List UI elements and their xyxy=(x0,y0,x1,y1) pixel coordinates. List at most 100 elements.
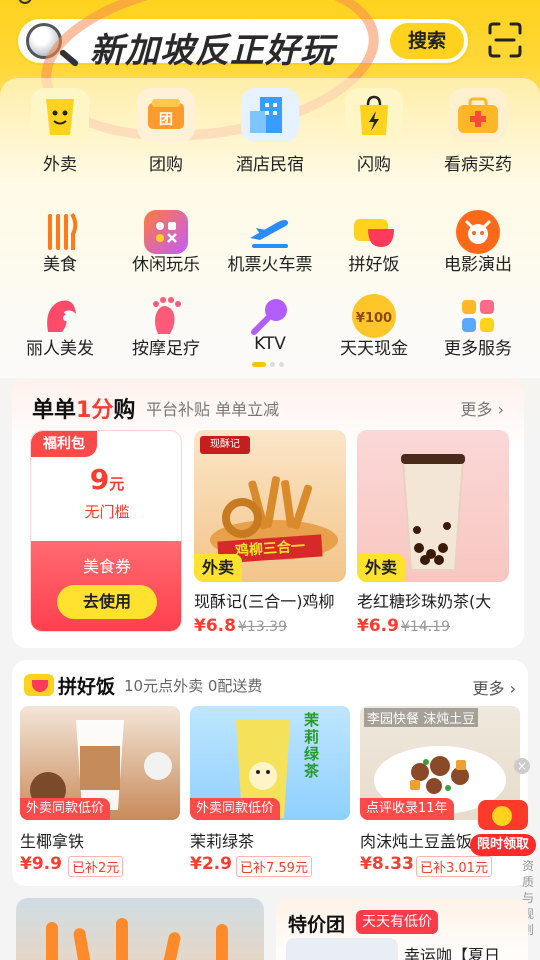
daily-low-price-tag: 天天有低价 xyxy=(356,910,438,934)
coin-icon xyxy=(492,806,512,826)
feed-card-left[interactable] xyxy=(16,898,264,960)
category-label: 休闲玩乐 xyxy=(132,255,200,275)
pinhaofan-item[interactable]: 外卖同款低价 生椰拿铁 ¥9.9 已补2元 xyxy=(20,706,180,877)
category-label: 电影演出 xyxy=(444,255,512,275)
deals-subtitle: 平台补贴 单单立减 xyxy=(146,400,280,419)
special-deal-card[interactable]: 特价团 天天有低价 幸运咖【夏日 xyxy=(276,898,528,960)
product-name: 老红糖珍珠奶茶(大 xyxy=(357,592,492,611)
category-beauty[interactable]: 丽人美发 xyxy=(6,286,114,370)
category-hotel[interactable]: 酒店民宿 xyxy=(216,84,324,175)
item-price: ¥8.33 xyxy=(360,854,414,874)
pinhaofan-title: 拼好饭 xyxy=(58,676,116,698)
pinhaofan-icon xyxy=(352,210,396,254)
more-services-icon xyxy=(456,294,500,338)
search-icon xyxy=(26,23,62,59)
item-name: 茉莉绿茶 xyxy=(190,832,255,851)
category-plane-train[interactable]: 机票火车票 xyxy=(216,202,324,286)
coupon-amount: 9 xyxy=(89,463,110,496)
close-icon[interactable]: × xyxy=(514,758,530,774)
massage-icon xyxy=(144,294,188,338)
coupon-card[interactable]: 福利包 9元 无门槛 美食券 去使用 xyxy=(30,430,182,632)
item-name: 肉沫炖土豆盖饭 xyxy=(360,832,473,851)
product-original-price: ¥14.19 xyxy=(401,619,450,635)
takeout-badge: 外卖 xyxy=(357,554,406,582)
category-label: 美食 xyxy=(43,255,77,275)
pinhaofan-item[interactable]: 茉莉绿茶 外卖同款低价 茉莉绿茶 ¥2.9 已补7.59元 xyxy=(190,706,350,877)
page-indicator-dot xyxy=(270,362,275,367)
category-label: 机票火车票 xyxy=(227,255,313,275)
low-price-tag: 外卖同款低价 xyxy=(190,798,281,820)
category-label: 外卖 xyxy=(43,155,77,175)
pinhaofan-subtitle: 10元点外卖 0配送费 xyxy=(124,677,263,695)
category-label: KTV xyxy=(254,334,286,354)
pinhaofan-more-link[interactable]: 更多 › xyxy=(472,675,516,699)
group-buy-icon: 团 xyxy=(137,88,195,142)
movie-icon xyxy=(456,210,500,254)
coupon-unit: 元 xyxy=(109,475,125,493)
search-input[interactable]: 新加坡反正好玩 搜索 xyxy=(16,17,470,71)
category-movie[interactable]: 电影演出 xyxy=(424,202,532,286)
category-takeout[interactable]: 外卖 xyxy=(6,84,114,175)
coupon-tag: 福利包 xyxy=(31,431,97,457)
chevron-right-icon: › xyxy=(509,679,516,698)
deals-title-highlight: 1分 xyxy=(76,398,114,423)
ktv-icon xyxy=(248,294,292,338)
beauty-icon xyxy=(38,294,82,338)
category-massage[interactable]: 按摩足疗 xyxy=(112,286,220,370)
category-label: 天天现金 xyxy=(340,339,408,359)
coupon-name: 美食券 xyxy=(82,557,131,576)
limited-time-claim-floater[interactable]: × 限时领取 xyxy=(470,758,536,858)
deals-title-suffix: 购 xyxy=(113,398,136,423)
page-indicator xyxy=(252,362,292,368)
store-label: 李园快餐 沫炖土豆 xyxy=(364,708,479,727)
deals-more-link[interactable]: 更多 › xyxy=(460,396,504,420)
deals-title-prefix: 单单 xyxy=(32,398,77,423)
special-deal-item: 幸运咖【夏日 xyxy=(404,946,501,960)
subsidy-tag: 已补2元 xyxy=(68,856,124,877)
coupon-condition: 无门槛 xyxy=(84,503,130,521)
one-cent-deals-card: 单单1分购 平台补贴 单单立减 更多 › 福利包 9元 无门槛 美食券 去使用 … xyxy=(12,380,524,648)
product-price: ¥6.8 xyxy=(194,616,236,636)
medicine-icon xyxy=(449,88,507,142)
category-group-buy[interactable]: 团 团购 xyxy=(112,84,220,175)
pinhaofan-card: 拼好饭 10元点外卖 0配送费 更多 › 外卖同款低价 生椰拿铁 ¥9.9 已补… xyxy=(12,660,528,886)
search-bar-row: 新加坡反正好玩 搜索 xyxy=(0,0,540,80)
use-coupon-button[interactable]: 去使用 xyxy=(57,585,157,619)
category-label: 团购 xyxy=(149,155,183,175)
deal-product-card[interactable]: 现酥记 鸡柳三合一 外卖 现酥记(三合一)鸡柳 ¥6.8 ¥13.39 xyxy=(194,430,346,640)
svg-text:¥100: ¥100 xyxy=(356,311,392,326)
scan-icon[interactable] xyxy=(488,22,522,58)
page-indicator-dot xyxy=(279,362,284,367)
deal-product-card[interactable]: 外卖 老红糖珍珠奶茶(大 ¥6.9 ¥14.19 xyxy=(357,430,509,640)
item-price: ¥2.9 xyxy=(190,854,232,874)
leisure-icon xyxy=(144,210,188,254)
more-label: 更多 xyxy=(460,400,493,419)
category-food[interactable]: 美食 xyxy=(6,202,114,286)
subsidy-tag: 已补3.01元 xyxy=(416,856,492,877)
category-label: 闪购 xyxy=(357,155,391,175)
flash-buy-icon xyxy=(345,88,403,142)
svg-text:团: 团 xyxy=(159,112,173,128)
store-extra: 沫炖土豆 xyxy=(423,712,476,727)
special-deal-image xyxy=(286,938,398,960)
category-label: 酒店民宿 xyxy=(236,155,304,175)
category-label: 按摩足疗 xyxy=(132,339,200,359)
category-more-services[interactable]: 更多服务 xyxy=(424,286,532,370)
item-name: 生椰拿铁 xyxy=(20,832,85,851)
low-price-tag: 外卖同款低价 xyxy=(20,798,111,820)
category-leisure[interactable]: 休闲玩乐 xyxy=(112,202,220,286)
category-label: 丽人美发 xyxy=(26,339,94,359)
category-label: 看病买药 xyxy=(444,155,512,175)
more-label: 更多 xyxy=(472,679,505,698)
search-button[interactable]: 搜索 xyxy=(390,23,464,59)
food-icon xyxy=(38,210,82,254)
category-ktv[interactable]: KTV xyxy=(216,286,324,370)
tea-label: 茉莉绿茶 xyxy=(304,711,320,780)
special-deal-title: 特价团 xyxy=(288,914,346,936)
category-flash-buy[interactable]: 闪购 xyxy=(320,84,428,175)
category-cash[interactable]: ¥100 天天现金 xyxy=(320,286,428,370)
search-query-text: 新加坡反正好玩 xyxy=(90,31,335,71)
category-pinhaofan[interactable]: 拼好饭 xyxy=(320,202,428,286)
category-medicine[interactable]: 看病买药 xyxy=(424,84,532,175)
item-price: ¥9.9 xyxy=(20,854,62,874)
